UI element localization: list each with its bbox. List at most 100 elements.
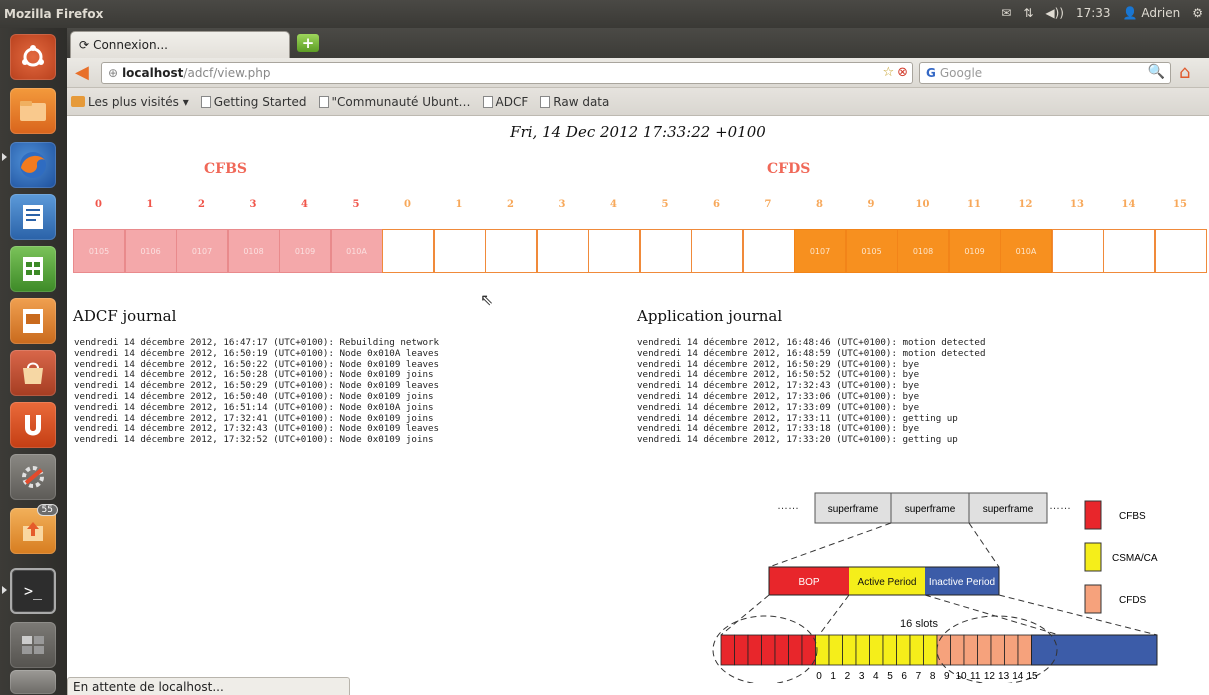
- bookmark-getting-started[interactable]: Getting Started: [200, 94, 307, 109]
- slot-number: 5: [352, 199, 360, 210]
- diagram-slot: [963, 634, 978, 666]
- impress-icon[interactable]: [10, 298, 56, 344]
- dots-left: ……: [777, 500, 799, 512]
- diagram-slot-number: 15: [1026, 671, 1038, 682]
- workspaces-icon[interactable]: [10, 622, 56, 668]
- ubuntu-one-icon[interactable]: [10, 402, 56, 448]
- launcher: 55 >_: [0, 28, 67, 695]
- firefox-icon[interactable]: [10, 142, 56, 188]
- slot-number: 6: [713, 199, 720, 210]
- network-icon[interactable]: ⇅: [1023, 6, 1033, 20]
- diagram-slot: [882, 634, 897, 666]
- search-bar[interactable]: G Google 🔍: [919, 62, 1171, 84]
- cfds-slot: [1103, 229, 1155, 273]
- cfds-slot: 010A: [1000, 229, 1052, 273]
- diagram-slot: [761, 634, 776, 666]
- site-identity-icon[interactable]: ⊕: [108, 66, 118, 80]
- slot-number: 0: [404, 199, 411, 210]
- software-center-icon[interactable]: [10, 350, 56, 396]
- diagram-slot: [923, 634, 938, 666]
- user-name: Adrien: [1141, 6, 1181, 20]
- top-panel: Mozilla Firefox ✉ ⇅ ◀)) 17:33 👤 Adrien ⚙: [0, 0, 1209, 28]
- cfds-slot: [433, 229, 486, 273]
- diagram-slot-number: 5: [887, 671, 893, 682]
- page-datetime: Fri, 14 Dec 2012 17:33:22 +0100: [510, 123, 766, 141]
- diagram-slot: [950, 634, 965, 666]
- cfds-slot: [691, 229, 743, 273]
- mail-icon[interactable]: ✉: [1001, 6, 1011, 20]
- cfds-slot: 0107: [794, 229, 846, 273]
- cfds-slot: [382, 229, 434, 273]
- bookmark-star-icon[interactable]: ☆: [882, 65, 894, 80]
- slot-number: 1: [146, 199, 154, 210]
- adcf-journal-line: vendredi 14 décembre 2012, 17:32:52 (UTC…: [74, 434, 434, 446]
- session-gear-icon[interactable]: ⚙: [1192, 6, 1203, 20]
- back-button[interactable]: ◀: [75, 63, 97, 83]
- navigation-bar: ◀ ⊕ localhost/adcf/view.php ☆ ⊗ G Google…: [67, 58, 1209, 88]
- cfds-slot: [536, 229, 589, 273]
- diagram-slot: [720, 634, 735, 666]
- new-tab-button[interactable]: +: [297, 34, 319, 52]
- slot-number: 5: [661, 199, 669, 210]
- files-icon[interactable]: [10, 88, 56, 134]
- cfds-slot: [485, 229, 537, 273]
- ubuntu-icon[interactable]: [10, 34, 56, 80]
- bookmark-label: ADCF: [495, 94, 529, 109]
- tab-connexion[interactable]: ⟳ Connexion...: [70, 31, 290, 58]
- cfbs-slot: 0105: [73, 229, 125, 273]
- slot-number: 2: [198, 199, 205, 210]
- diagram-slot-number: 9: [944, 671, 950, 682]
- bookmark-most-visited[interactable]: Les plus visités ▾: [71, 95, 189, 109]
- diagram-slot-number: 6: [901, 671, 907, 682]
- bookmark-raw-data[interactable]: Raw data: [540, 95, 609, 109]
- bookmark-communaute-ubuntu[interactable]: "Communauté Ubunt…: [318, 95, 471, 109]
- search-engine-icon[interactable]: G: [926, 66, 936, 80]
- clock[interactable]: 17:33: [1076, 6, 1111, 20]
- slot-number: 11: [967, 199, 981, 210]
- stop-icon[interactable]: ⊗: [897, 65, 908, 80]
- terminal-icon[interactable]: >_: [10, 568, 56, 614]
- trash-icon[interactable]: [10, 670, 56, 694]
- cfbs-slot: 0107: [176, 229, 228, 273]
- diagram-inactive-block: [1031, 634, 1158, 666]
- search-go-icon[interactable]: 🔍: [1148, 64, 1165, 80]
- application-journal: vendredi 14 décembre 2012, 16:48:46 (UTC…: [637, 337, 985, 446]
- bookmark-label: Raw data: [553, 94, 610, 109]
- app-title: Mozilla Firefox: [4, 7, 104, 21]
- diagram-slot-number: 13: [998, 671, 1010, 682]
- bookmark-adcf[interactable]: ADCF: [482, 94, 529, 109]
- home-icon[interactable]: ⌂: [1179, 62, 1190, 83]
- bookmark-label: Getting Started: [213, 94, 307, 109]
- application-journal-line: vendredi 14 décembre 2012, 17:33:09 (UTC…: [637, 401, 920, 413]
- user-icon: 👤: [1122, 6, 1138, 20]
- url-bar[interactable]: ⊕ localhost/adcf/view.php ☆ ⊗: [101, 62, 913, 84]
- diagram-slot-number: 8: [930, 671, 936, 682]
- cfds-slot: [1051, 229, 1104, 273]
- user-menu[interactable]: 👤 Adrien: [1123, 6, 1181, 20]
- legend-cfbs: CFBS: [1119, 511, 1146, 522]
- status-bar: En attente de localhost...: [67, 677, 350, 695]
- cfbs-slot: 0108: [227, 229, 280, 273]
- diagram-slot: [990, 634, 1005, 666]
- updates-icon[interactable]: 55: [10, 504, 58, 554]
- writer-icon[interactable]: [10, 194, 56, 240]
- settings-icon[interactable]: [10, 454, 56, 500]
- diagram-slot: [801, 634, 816, 666]
- application-journal-title: Application journal: [637, 307, 783, 325]
- diagram-slot: [1004, 634, 1019, 666]
- slot-number: 15: [1173, 199, 1187, 210]
- diagram-slot-number: 14: [1012, 671, 1024, 682]
- slot-number: 4: [610, 199, 617, 210]
- diagram-slot: [788, 634, 803, 666]
- bookmark-label: Les plus visités ▾: [88, 94, 189, 109]
- superframe-diagram: …… superframe superframe superframe …… B…: [712, 492, 1158, 683]
- slots-count-label: 16 slots: [900, 618, 938, 630]
- diagram-slot: [815, 634, 830, 666]
- volume-icon[interactable]: ◀)): [1045, 6, 1064, 20]
- tab-title: Connexion...: [93, 38, 168, 52]
- superframe-label: superframe: [905, 504, 956, 515]
- diagram-slot: [896, 634, 911, 666]
- cfbs-slot: 010A: [330, 229, 383, 273]
- calc-icon[interactable]: [10, 246, 56, 292]
- slot-number: 10: [915, 199, 930, 210]
